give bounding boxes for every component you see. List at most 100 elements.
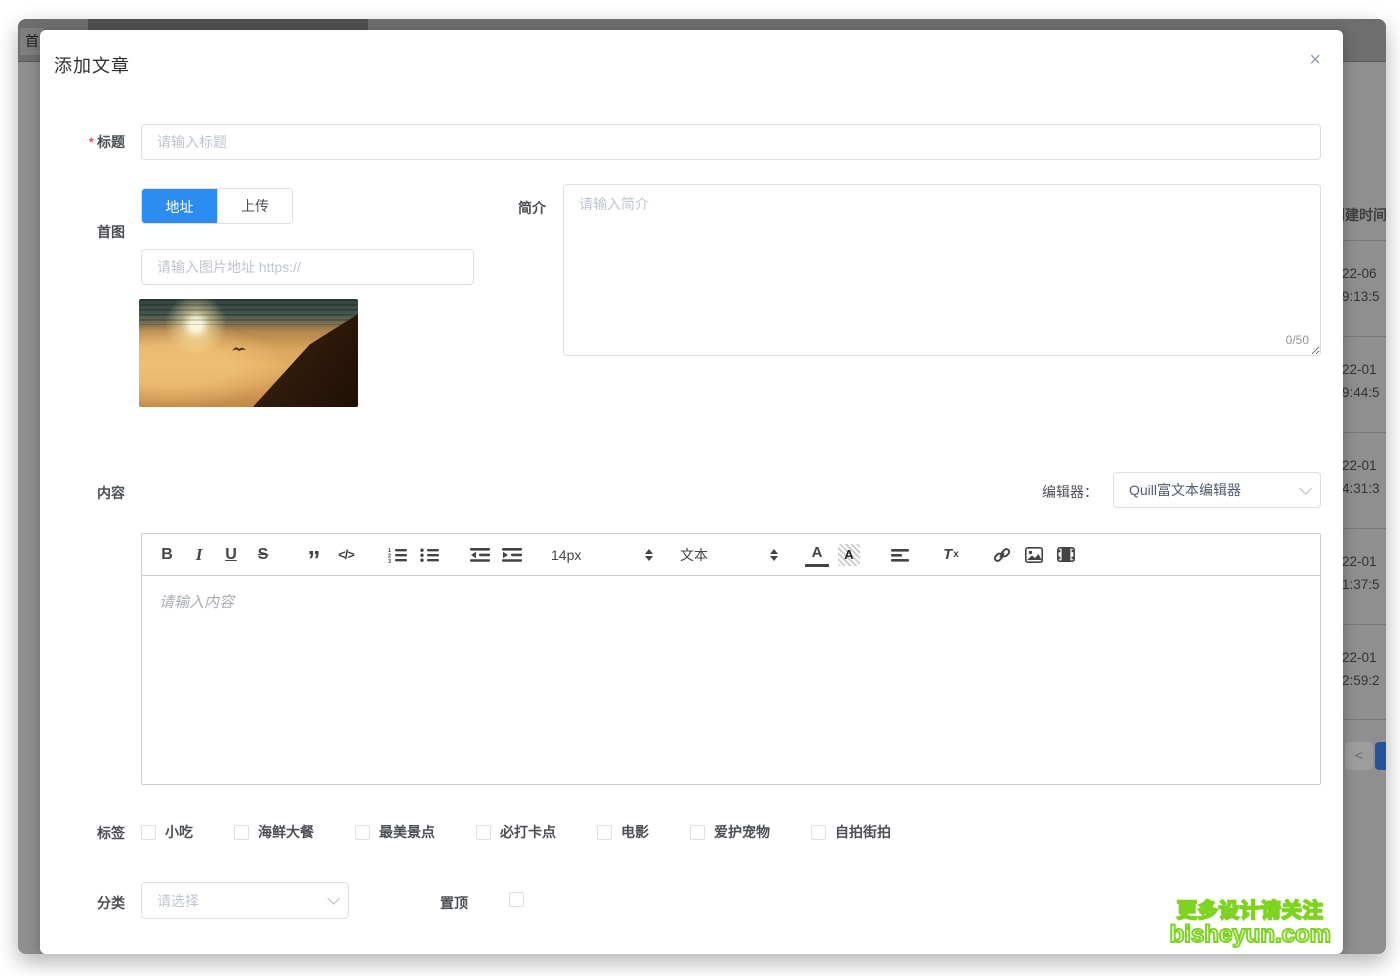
checkbox-icon <box>234 824 249 840</box>
watermark-line2: bisheyun.com <box>1169 920 1332 949</box>
updown-arrows-icon <box>645 548 653 561</box>
bg-table-row: 22-01 9:44:5 <box>1343 336 1386 432</box>
category-field-label: 分类 <box>97 895 125 911</box>
bg-table-row: 22-01 2:59:2 <box>1343 624 1386 720</box>
code-block-button[interactable]: </> <box>334 543 358 567</box>
chevron-down-icon <box>327 892 340 905</box>
pinned-field-label: 置顶 <box>440 895 468 911</box>
category-select[interactable]: 请选择 <box>141 882 349 919</box>
tag-checkbox[interactable]: 小吃 <box>141 822 193 842</box>
checkbox-icon <box>355 824 370 840</box>
editor-toolbar: B I U S ” </> 123 14px 文本 A A T x <box>142 534 1320 576</box>
font-size-picker[interactable]: 14px <box>551 547 653 563</box>
clear-format-button[interactable]: Tx <box>939 543 963 567</box>
bg-created-time: 1:37:5 <box>1343 577 1380 592</box>
bold-button[interactable]: B <box>155 543 179 567</box>
svg-text:3: 3 <box>388 559 391 563</box>
sky-streaks <box>139 299 358 325</box>
align-icon[interactable] <box>888 543 912 567</box>
bg-created-date: 22-01 <box>1343 650 1377 665</box>
tag-checkbox-label: 必打卡点 <box>500 824 556 840</box>
tag-checkbox[interactable]: 自拍街拍 <box>811 822 891 842</box>
watermark-line1: 更多设计请关注 <box>1176 899 1324 923</box>
tags-field-label: 标签 <box>97 825 125 841</box>
underline-button[interactable]: U <box>219 543 243 567</box>
outdent-icon[interactable] <box>468 543 492 567</box>
updown-arrows-icon <box>770 548 778 561</box>
close-icon[interactable]: × <box>1309 50 1321 70</box>
tag-checkbox-label: 自拍街拍 <box>835 824 891 840</box>
checkbox-icon <box>509 892 524 907</box>
bg-created-date: 22-01 <box>1343 362 1377 377</box>
bg-created-time: 2:59:2 <box>1343 673 1380 688</box>
tag-checkbox[interactable]: 电影 <box>597 822 649 842</box>
bg-pagination-prev-button[interactable]: < <box>1345 742 1373 770</box>
tag-checkbox[interactable]: 海鲜大餐 <box>234 822 314 842</box>
tag-checkbox[interactable]: 最美景点 <box>355 822 435 842</box>
tags-options: 小吃 海鲜大餐 最美景点 必打卡点 电影 爱护宠物 自拍街拍 <box>141 822 932 842</box>
tag-checkbox-label: 小吃 <box>165 824 193 840</box>
tag-checkbox[interactable]: 必打卡点 <box>476 822 556 842</box>
font-size-value: 14px <box>551 546 582 563</box>
title-input[interactable] <box>141 124 1321 160</box>
checkbox-icon <box>141 824 156 840</box>
bullet-list-icon[interactable] <box>417 543 441 567</box>
image-url-input[interactable] <box>141 249 474 285</box>
intro-field-label: 简介 <box>518 200 546 216</box>
intro-textarea-wrap: 0/50 <box>563 184 1321 356</box>
checkbox-icon <box>476 824 491 840</box>
image-icon[interactable] <box>1022 543 1046 567</box>
add-article-dialog: 添加文章 × *标题 首图 地址 上传 简介 <box>40 30 1343 954</box>
tab-address[interactable]: 地址 <box>142 189 217 223</box>
bg-table-row: 22-01 1:37:5 <box>1343 528 1386 624</box>
bg-created-time: 4:31:3 <box>1343 481 1380 496</box>
tag-checkbox-label: 电影 <box>621 824 649 840</box>
bird-silhouette <box>231 347 246 352</box>
editor-select-value: Quill富文本编辑器 <box>1129 482 1242 498</box>
strikethrough-button[interactable]: S <box>251 543 275 567</box>
font-family-picker[interactable]: 文本 <box>680 545 778 565</box>
bg-table-row: 22-06 9:13:5 <box>1343 240 1386 336</box>
indent-icon[interactable] <box>500 543 524 567</box>
font-family-value: 文本 <box>680 546 708 563</box>
editor-select-label: 编辑器： <box>1042 484 1098 500</box>
dialog-title: 添加文章 <box>54 56 130 76</box>
tag-checkbox[interactable]: 爱护宠物 <box>690 822 770 842</box>
italic-button[interactable]: I <box>187 543 211 567</box>
checkbox-icon <box>597 824 612 840</box>
editor-content-area[interactable]: 请输入内容 <box>142 576 1320 784</box>
background-color-button[interactable]: A <box>837 543 861 567</box>
bg-table-edge: 创建时间 22-069:13:522-019:44:522-014:31:322… <box>1343 63 1386 954</box>
bg-table-header-created-time: 创建时间 <box>1343 207 1386 223</box>
bg-created-time: 9:44:5 <box>1343 385 1380 400</box>
tab-upload[interactable]: 上传 <box>217 189 292 223</box>
ordered-list-icon[interactable]: 123 <box>385 543 409 567</box>
category-select-placeholder: 请选择 <box>157 892 199 909</box>
link-icon[interactable] <box>990 543 1014 567</box>
char-counter: 0/50 <box>1281 333 1309 347</box>
pinned-checkbox[interactable] <box>509 892 533 907</box>
bg-created-date: 22-06 <box>1343 266 1377 281</box>
blockquote-button[interactable]: ” <box>302 543 326 573</box>
cover-image-preview <box>139 299 358 407</box>
text-color-button[interactable]: A <box>805 543 829 567</box>
bg-created-time: 9:13:5 <box>1343 289 1380 304</box>
watermark: 更多设计请关注 bisheyun.com <box>1169 899 1332 949</box>
bg-pagination-active-page[interactable] <box>1375 742 1386 770</box>
video-icon[interactable] <box>1054 543 1078 567</box>
bg-table-rows: 22-06 9:13:5 22-01 9:44:5 22-01 4:31:3 22-01 1:… <box>1343 240 1386 720</box>
title-field-label: * 标题 <box>88 134 125 150</box>
intro-textarea[interactable] <box>563 184 1321 356</box>
editor-placeholder: 请输入内容 <box>159 594 235 611</box>
editor-select[interactable]: Quill富文本编辑器 <box>1113 472 1321 508</box>
bg-created-date: 22-01 <box>1343 458 1377 473</box>
chevron-down-icon <box>1299 481 1312 495</box>
content-field-label: 内容 <box>97 485 125 501</box>
tag-checkbox-label: 最美景点 <box>379 824 435 840</box>
required-asterisk: * <box>88 134 94 150</box>
bg-created-date: 22-01 <box>1343 554 1377 569</box>
tag-checkbox-label: 海鲜大餐 <box>258 824 314 840</box>
tag-checkbox-label: 爱护宠物 <box>714 824 770 840</box>
rich-text-editor: B I U S ” </> 123 14px 文本 A A T x 请输入内容 <box>141 533 1321 785</box>
checkbox-icon <box>811 824 826 840</box>
